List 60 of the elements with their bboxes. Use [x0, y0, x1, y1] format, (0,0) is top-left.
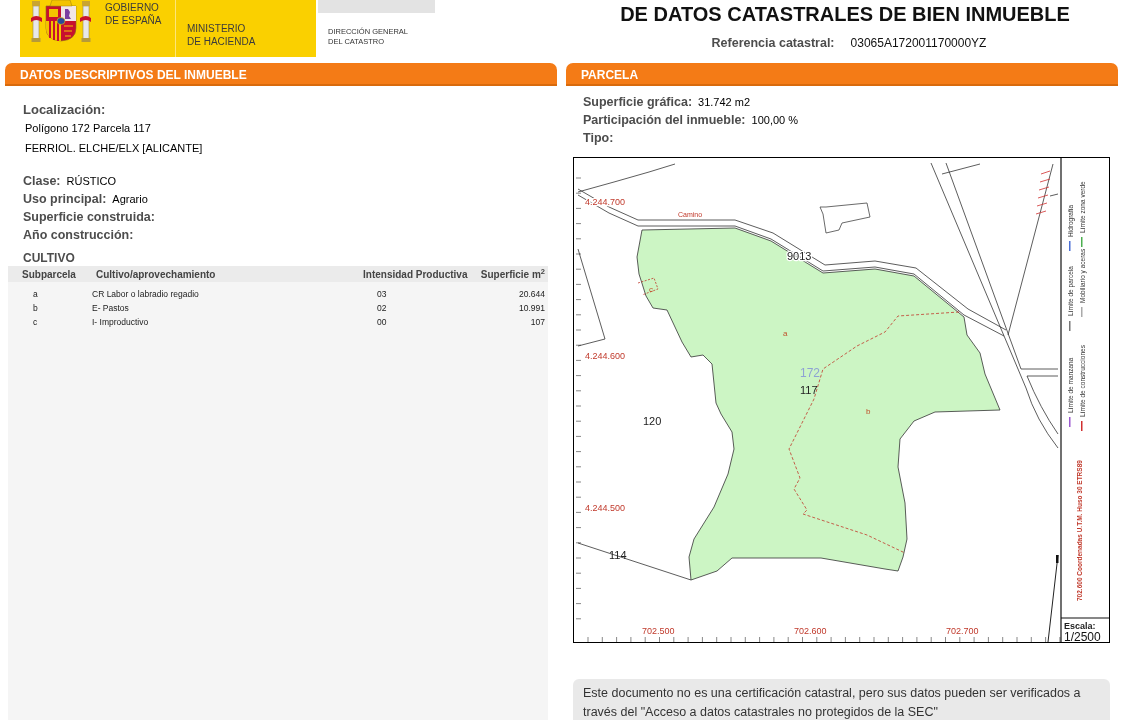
table-cell-text: c	[32, 315, 39, 329]
table-cell-text: E- Pastos	[92, 301, 130, 315]
field-value: Agrario	[112, 192, 148, 207]
field-label: Año construcción:	[23, 227, 134, 244]
subparcel-boundary	[637, 277, 659, 296]
coordinate-label: 4.244.500	[585, 503, 626, 513]
column-header: Superficie m$^{2}$	[479, 266, 545, 282]
coordinate-label: 702.500	[642, 626, 675, 636]
address-line: Polígono 172 Parcela 117	[25, 121, 152, 136]
coat-of-arms-logo	[30, 0, 92, 43]
field-label: Superficie construida:	[23, 209, 155, 226]
section-heading: PARCELA	[566, 63, 1118, 86]
column-header: Cultivo/aprovechamiento	[95, 267, 217, 282]
table-cell-text: 10.991	[518, 301, 545, 315]
section-subtitle: CULTIVO	[23, 250, 76, 266]
polygon-number: 172	[800, 366, 821, 380]
logo-text: GOBIERNO	[105, 1, 160, 14]
field-label: Clase:	[23, 173, 61, 190]
column-header: Intensidad Productiva	[362, 267, 469, 282]
column-header: Subparcela	[22, 267, 77, 282]
field-label: Uso principal:	[23, 191, 107, 208]
boundary-line	[941, 163, 981, 175]
table-cell-text: 03	[376, 287, 388, 301]
field-label: Superficie gráfica:	[583, 94, 693, 111]
table-cell-text: 107	[529, 315, 545, 329]
field-value: 100,00 %	[751, 113, 799, 128]
logo-text: DE ESPAÑA	[105, 14, 163, 27]
building-outline	[819, 202, 871, 234]
coordinate-label: 702.700	[946, 626, 979, 636]
logo-text: DE HACIENDA	[187, 35, 256, 48]
table-cell-text: I- Improductivo	[92, 315, 150, 329]
scale-value: 1/2500	[1064, 629, 1101, 642]
subparcel-letter: a	[783, 329, 788, 338]
table-cell-text: b	[32, 301, 39, 315]
table-cell-text: 00	[376, 315, 388, 329]
table-cell-text: CR Labor o labradio regadio	[92, 287, 200, 301]
field-label: Participación del inmueble:	[583, 112, 746, 129]
field-label: Referencia catastral:	[711, 35, 835, 52]
field-label: Tipo:	[583, 130, 614, 147]
field-value: RÚSTICO	[66, 174, 117, 189]
logo-text: MINISTERIO	[187, 22, 247, 35]
hatched-mark	[1035, 170, 1051, 215]
subparcel-letter: b	[866, 407, 871, 416]
subparcel-letter: c	[649, 285, 653, 294]
notice-text: Este documento no es una certificación catastral, pero sus datos pueden ser verificados a través del "Acceso a datos catastrales no protegidos de la SEC"	[583, 685, 1082, 720]
table-cell-text: 02	[376, 301, 388, 315]
field-value: 03065A172001170000YZ	[850, 35, 987, 52]
document-title: DE DATOS CATASTRALES DE BIEN INMUEBLE	[620, 2, 1070, 25]
coordinate-label: 4.244.600	[585, 351, 626, 361]
parcel-number: 117	[800, 384, 818, 396]
scale-label: Escala:	[1064, 621, 1096, 631]
parcel-number: 114	[609, 549, 627, 561]
coordinate-label: 702.600	[794, 626, 827, 636]
address-line: FERRIOL. ELCHE/ELX [ALICANTE]	[25, 141, 204, 156]
field-label: Localización:	[23, 102, 107, 118]
field-value: 31.742 m2	[698, 95, 751, 110]
parcel-number: 120	[643, 415, 662, 427]
section-heading: DATOS DESCRIPTIVOS DEL INMUEBLE	[5, 63, 557, 86]
table-cell-text: a	[32, 287, 39, 301]
table-cell-text: 20.644	[518, 287, 545, 301]
